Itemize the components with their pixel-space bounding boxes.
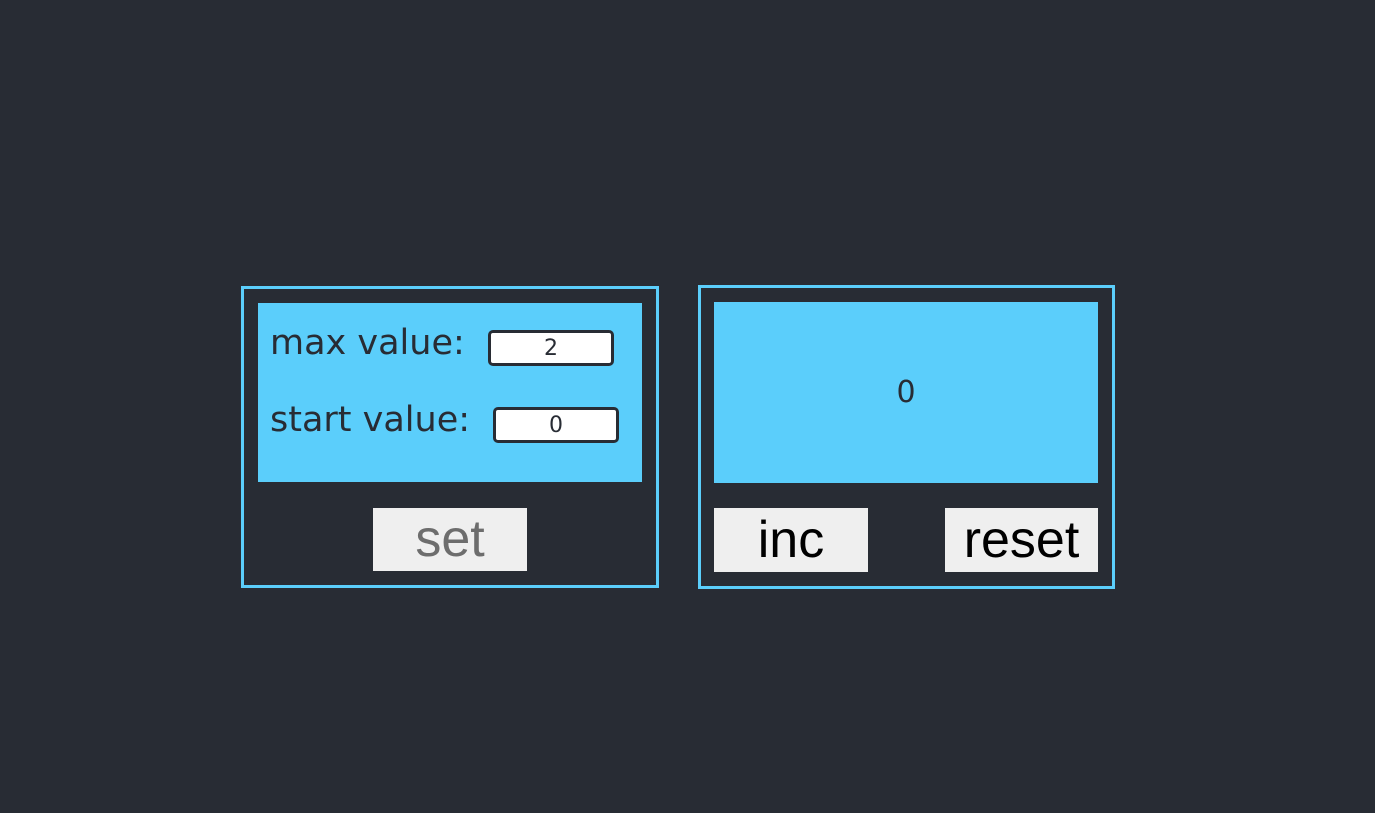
max-value-label: max value: [270, 323, 465, 363]
counter-value: 0 [896, 375, 916, 410]
counter-panel: 0 inc reset [698, 285, 1115, 589]
inc-button[interactable]: inc [714, 508, 868, 572]
settings-panel: max value: start value: set [241, 286, 659, 588]
max-value-input[interactable] [488, 330, 614, 366]
counter-display: 0 [714, 302, 1098, 483]
set-button[interactable]: set [373, 508, 527, 571]
reset-button[interactable]: reset [945, 508, 1098, 572]
settings-inputs-area: max value: start value: [258, 303, 642, 482]
start-value-label: start value: [270, 400, 471, 440]
start-value-input[interactable] [493, 407, 619, 443]
